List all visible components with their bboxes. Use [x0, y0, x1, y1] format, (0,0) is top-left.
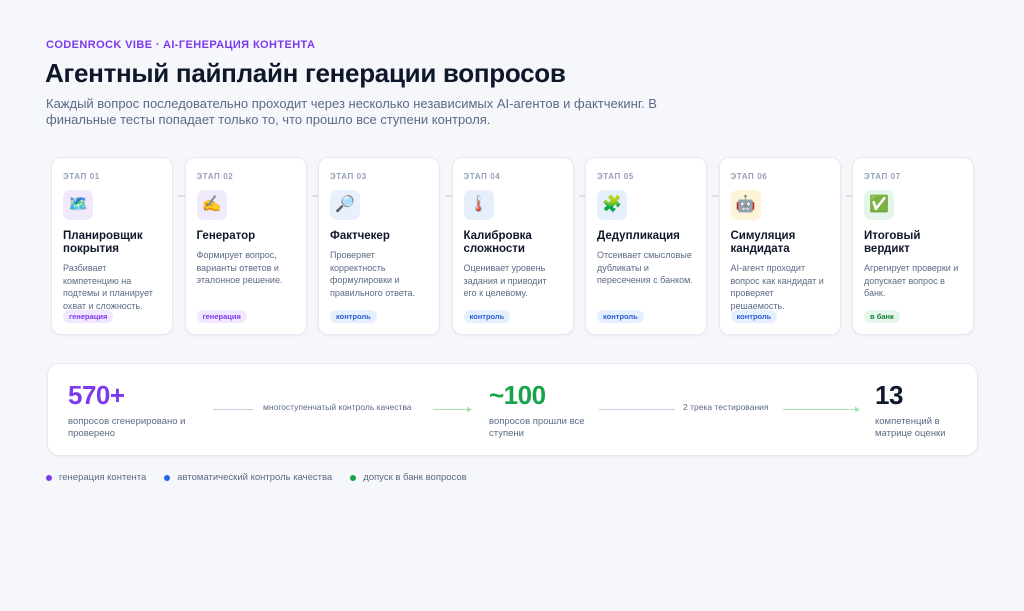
- stage-tag-badge: в банк: [864, 310, 900, 323]
- legend-dot: [164, 474, 171, 481]
- stage-title: Калибровка сложности: [463, 230, 532, 255]
- stage-description: Проверяет корректность формулировки и пр…: [330, 250, 416, 298]
- stat-label: компетенций в матрице оценки: [875, 416, 946, 439]
- page-subtitle: Каждый вопрос последовательно проходит ч…: [46, 96, 657, 127]
- stage-tag-badge: контроль: [730, 310, 778, 323]
- stat-competencies: 13 компетенций в матрице оценки: [875, 380, 975, 440]
- stage-tag-badge: генерация: [196, 310, 247, 323]
- stage-title: Генератор: [196, 230, 256, 242]
- stage-number: ЭТАП 02: [196, 172, 234, 181]
- stage-number: ЭТАП 01: [63, 172, 100, 181]
- stage-description: Оценивает уровень задания и приводит его…: [463, 263, 547, 298]
- stat-passed: ~100 вопросов прошли все ступени: [489, 380, 599, 440]
- stage-tag-badge: генерация: [63, 310, 114, 323]
- flow-quality-control: многоступенчатый контроль качества: [213, 402, 473, 416]
- stage-number: ЭТАП 03: [330, 172, 367, 181]
- legend-item-approved: допуск в банк вопросов: [350, 472, 467, 483]
- page-title: Агентный пайплайн генерации вопросов: [45, 58, 566, 88]
- stage-card: ЭТАП 01 🗺️ Планировщик покрытия Разбивает к…: [51, 157, 173, 335]
- legend-label: генерация контента: [59, 472, 147, 483]
- legend-item-control: автоматический контроль качества: [164, 472, 332, 483]
- stage-description: Агрегирует проверки и допускает вопрос в…: [864, 263, 959, 298]
- stage-title: Дедупликация: [597, 230, 680, 242]
- legend-label: допуск в банк вопросов: [363, 472, 467, 483]
- stage-card: ЭТАП 07 ✅ Итоговый вердикт Агрегирует прове…: [852, 157, 974, 335]
- stage-number: ЭТАП 04: [463, 172, 501, 181]
- arrow-right-icon: [783, 406, 860, 413]
- stage-card: ЭТАП 06 🤖 Симуляция кандидата AI-агент прох…: [718, 157, 841, 335]
- stat-value: 570+: [68, 380, 125, 410]
- stat-generated: 570+ вопросов сгенерировано и проверено: [68, 380, 208, 440]
- flow-label: многоступенчатый контроль качества: [259, 402, 416, 412]
- stage-card: ЭТАП 02 ✍️ Генератор Формирует вопрос, вари…: [184, 157, 307, 335]
- stage-description: Разбивает компетенцию на подтемы и плани…: [63, 263, 153, 311]
- stage-title: Планировщик покрытия: [63, 230, 143, 255]
- stage-number: ЭТАП 05: [597, 172, 634, 181]
- legend-item-generation: генерация контента: [46, 472, 146, 483]
- stage-title: Итоговый вердикт: [864, 230, 921, 255]
- stage-description: Формирует вопрос, варианты ответов и эта…: [196, 250, 283, 285]
- stat-value: 13: [875, 380, 903, 410]
- stat-value: ~100: [489, 380, 546, 410]
- legend: генерация контента автоматический контро…: [46, 472, 467, 483]
- stat-label: вопросов прошли все ступени: [489, 416, 585, 439]
- stats-panel: 570+ вопросов сгенерировано и проверено …: [47, 363, 978, 456]
- arrow-right-icon: [433, 406, 472, 413]
- legend-label: автоматический контроль качества: [177, 472, 333, 483]
- stage-number: ЭТАП 07: [864, 172, 901, 181]
- check-mark-icon: ✅: [864, 190, 894, 220]
- eyebrow: CODENROCK VIBE · AI-ГЕНЕРАЦИЯ КОНТЕНТА: [46, 39, 316, 51]
- legend-dot: [350, 474, 357, 481]
- stage-description: Отсеивает смысловые дубликаты и пересече…: [597, 250, 693, 285]
- stage-card: ЭТАП 03 🔎 Фактчекер Проверяет корректность …: [318, 157, 440, 335]
- stage-tag-badge: контроль: [330, 310, 377, 323]
- stage-number: ЭТАП 06: [730, 172, 768, 181]
- stage-card: ЭТАП 04 🌡️ Калибровка сложности Оценивает у…: [451, 157, 574, 335]
- stage-tag-badge: контроль: [597, 310, 644, 323]
- stat-label: вопросов сгенерировано и проверено: [68, 416, 186, 439]
- flow-label: 2 трека тестирования: [679, 402, 773, 412]
- legend-dot: [46, 474, 52, 481]
- stage-title: Симуляция кандидата: [730, 230, 796, 255]
- map-icon: 🗺️: [63, 190, 93, 220]
- robot-icon: 🤖: [730, 190, 761, 220]
- magnifier-icon: 🔎: [330, 190, 360, 220]
- stage-title: Фактчекер: [330, 230, 390, 242]
- puzzle-icon: 🧩: [597, 190, 627, 220]
- stage-card: ЭТАП 05 🧩 Дедупликация Отсеивает смысловые …: [585, 157, 707, 335]
- thermometer-icon: 🌡️: [463, 190, 494, 220]
- flow-testing-tracks: 2 трека тестирования: [599, 402, 861, 416]
- stage-tag-badge: контроль: [463, 310, 511, 323]
- pipeline-stages: ЭТАП 01 🗺️ Планировщик покрытия Разбивает к…: [51, 157, 976, 335]
- writing-hand-icon: ✍️: [196, 190, 227, 220]
- stage-description: AI-агент проходит вопрос как кандидат и …: [730, 263, 824, 311]
